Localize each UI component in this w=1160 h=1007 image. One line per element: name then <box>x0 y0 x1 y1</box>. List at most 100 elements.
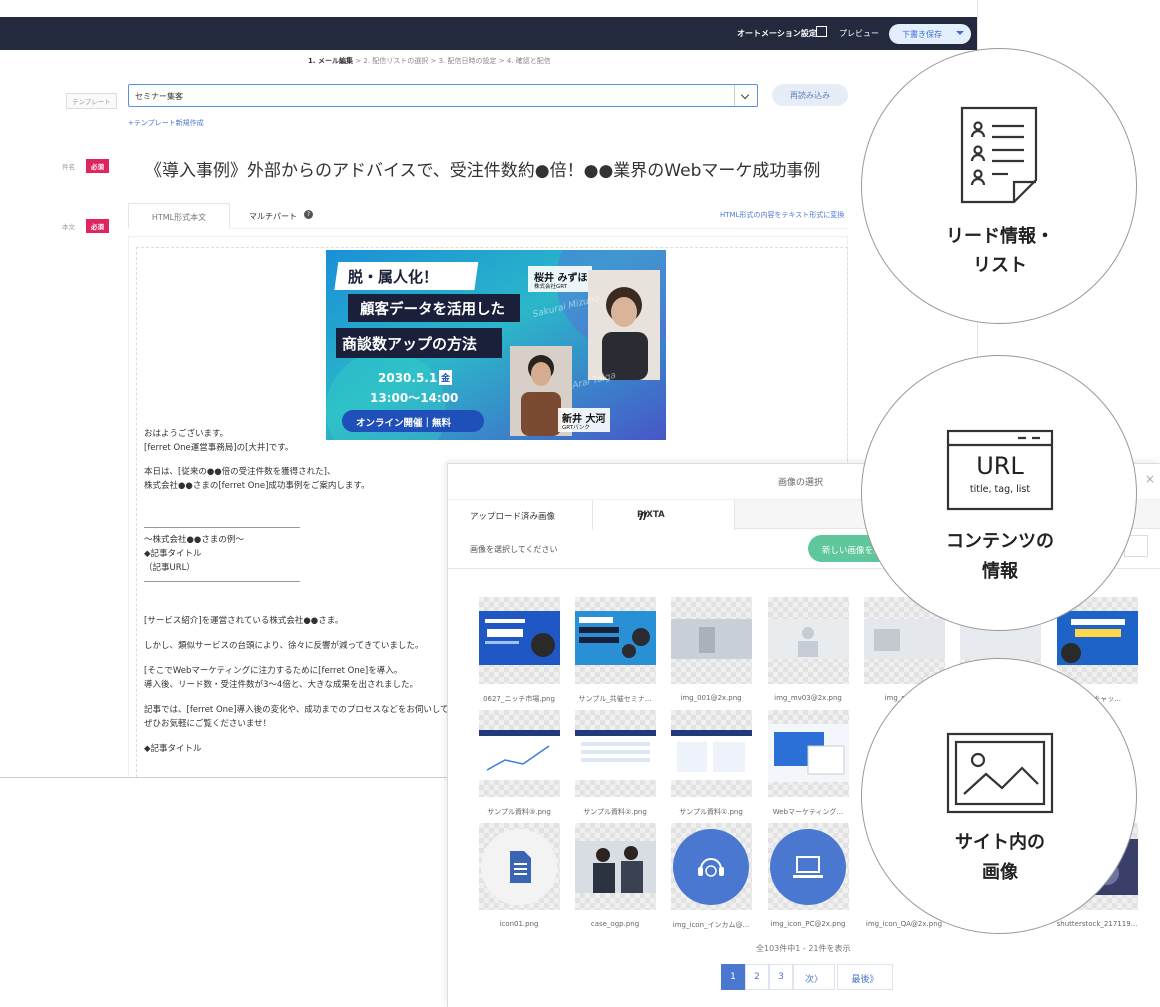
image-filename: img_icon_PC@2x.png <box>770 920 846 928</box>
body-line: ぜひお気軽にご覧くださいませ！ <box>144 719 272 729</box>
image-thumbnail[interactable] <box>671 823 752 910</box>
callout-text: サイト内の <box>955 832 1045 853</box>
callout-text: コンテンツの <box>946 531 1054 552</box>
external-link-icon <box>816 26 827 37</box>
chevron-down-icon[interactable] <box>734 85 757 106</box>
image-thumbnail[interactable] <box>575 823 656 910</box>
document-icon <box>481 829 557 905</box>
url-icon-text: URL <box>976 452 1024 480</box>
step-1[interactable]: 1. メール編集 <box>308 57 353 65</box>
step-4[interactable]: 4. 確認と配信 <box>507 57 551 65</box>
thumbnail-graphic <box>671 619 752 659</box>
body-line: [ferret One運営事務局]の[大井]です。 <box>144 443 294 453</box>
thumbnail-graphic <box>768 724 849 782</box>
save-draft-button[interactable]: 下書き保存 <box>889 24 971 44</box>
body-line: [そこでWebマーケティングに注力するために[ferret One]を導入。 <box>144 666 403 676</box>
image-thumbnail[interactable] <box>671 597 752 684</box>
pixta-logo-icon <box>639 512 648 520</box>
image-filename: icon01.png <box>499 920 539 928</box>
required-badge: 必須 <box>86 159 109 173</box>
step-3[interactable]: 3. 配信日時の設定 <box>439 57 497 65</box>
body-line: （記事URL） <box>144 563 195 573</box>
banner-online: オンライン開催｜無料 <box>356 418 452 429</box>
close-icon[interactable]: × <box>1145 472 1155 486</box>
image-filename: Webマーケティング... <box>772 808 844 816</box>
image-icon <box>946 732 1054 814</box>
body-line: 導入後、リード数・受注件数が3〜4倍と、大きな成果を出されました。 <box>144 680 418 690</box>
image-thumbnail[interactable] <box>575 710 656 797</box>
speaker-1-org: 株式会社GRT <box>534 284 568 290</box>
template-select-value: セミナー集客 <box>135 92 183 101</box>
page-3-button[interactable]: 3 <box>769 964 793 990</box>
step-separator: > <box>430 57 437 65</box>
image-thumbnail[interactable] <box>671 710 752 797</box>
body-line: 本日は、[従来の●●倍の受注件数を獲得された]、 <box>144 467 336 477</box>
divider <box>144 581 300 582</box>
next-page-button[interactable]: 次〉 <box>793 964 835 990</box>
image-filename: 0627_ニッチ市場.png <box>483 695 555 703</box>
image-filename: サンプル_共催セミナ... <box>578 695 652 703</box>
template-label: テンプレート <box>66 93 117 109</box>
preview-button[interactable]: プレビュー <box>839 28 879 39</box>
chevron-down-icon[interactable] <box>956 31 964 35</box>
automation-settings-link[interactable]: オートメーション設定 <box>737 28 817 39</box>
body-line: ◆記事タイトル <box>144 549 202 559</box>
body-line: [サービス紹介]を運営されている株式会社●●さま。 <box>144 616 344 626</box>
site-image-callout: サイト内の 画像 <box>861 658 1137 934</box>
tab-multipart[interactable]: マルチパート <box>249 211 297 222</box>
image-thumbnail[interactable] <box>479 597 560 684</box>
image-thumbnail[interactable] <box>575 597 656 684</box>
required-badge: 必須 <box>86 219 109 233</box>
image-thumbnail[interactable] <box>768 710 849 797</box>
body-line: 〜株式会社●●さまの例〜 <box>144 535 244 545</box>
banner-weekday: 金 <box>439 370 453 385</box>
image-thumbnail[interactable] <box>479 710 560 797</box>
body-line: 株式会社●●さまの[ferret One]成功事例をご案内します。 <box>144 481 370 491</box>
template-select[interactable]: セミナー集客 <box>128 84 758 107</box>
image-filename: サンプル資料②.png <box>583 808 647 816</box>
subject-field[interactable]: 《導入事例》外部からのアドバイスで、受注件数約●倍！●●業界のWebマーケ成功事… <box>145 156 820 181</box>
lead-info-callout: リード情報・ リスト <box>861 48 1137 324</box>
body-label: 本文 <box>62 223 75 231</box>
image-filename: shutterstock_217119... <box>1056 920 1138 928</box>
tab-pixta[interactable]: PIXTA <box>593 500 735 530</box>
speaker-2-org: GRTバンク <box>562 425 590 431</box>
banner-headline-2: 顧客データを活用した <box>360 302 505 318</box>
reload-button[interactable]: 再読み込み <box>772 84 848 106</box>
headset-icon <box>673 829 749 905</box>
subject-label: 件名 <box>62 163 75 171</box>
step-separator: > <box>498 57 505 65</box>
url-icon-subtext: title, tag, list <box>969 484 1031 495</box>
thumbnail-graphic <box>575 730 656 780</box>
image-thumbnail[interactable] <box>479 823 560 910</box>
step-separator: > <box>355 57 362 65</box>
tab-html-body[interactable]: HTML形式本文 <box>128 203 230 229</box>
new-template-link[interactable]: +テンプレート新規作成 <box>128 118 204 128</box>
select-image-prompt: 画像を選択してください <box>470 545 558 554</box>
thumbnail-graphic <box>671 730 752 780</box>
content-info-callout: URL title, tag, list コンテンツの 情報 <box>861 355 1137 631</box>
result-count: 全103件中1 - 21件を表示 <box>756 944 851 953</box>
thumbnail-graphic <box>575 841 656 893</box>
page-2-button[interactable]: 2 <box>745 964 769 990</box>
image-filename: img_mv03@2x.png <box>774 694 842 702</box>
callout-text: リード情報・ <box>946 226 1054 247</box>
image-thumbnail[interactable] <box>768 823 849 910</box>
step-2[interactable]: 2. 配信リストの選択 <box>363 57 428 65</box>
last-page-button[interactable]: 最後》 <box>837 964 893 990</box>
image-filename: img_001@2x.png <box>680 694 742 702</box>
seminar-banner-image[interactable]: 脱・属人化！ 顧客データを活用した 商談数アップの方法 2030.5.1 金 1… <box>326 250 666 440</box>
callout-text: 情報 <box>982 561 1018 582</box>
image-filename: case_ogp.png <box>590 920 640 928</box>
convert-to-text-link[interactable]: HTML形式の内容をテキスト形式に変換 <box>720 210 844 220</box>
image-filename: サンプル資料③.png <box>487 808 551 816</box>
help-icon[interactable]: ? <box>304 210 313 219</box>
banner-headline-1: 脱・属人化！ <box>348 268 439 286</box>
tab-uploaded-images[interactable]: アップロード済み画像 <box>448 500 593 530</box>
image-filename: img_icon_QA@2x.png <box>865 920 943 928</box>
save-draft-label: 下書き保存 <box>902 30 942 39</box>
body-line: ◆記事タイトル <box>144 744 202 754</box>
image-filename: img_icon_インカム@... <box>672 921 750 929</box>
page-1-button[interactable]: 1 <box>721 964 745 990</box>
image-thumbnail[interactable] <box>768 597 849 684</box>
